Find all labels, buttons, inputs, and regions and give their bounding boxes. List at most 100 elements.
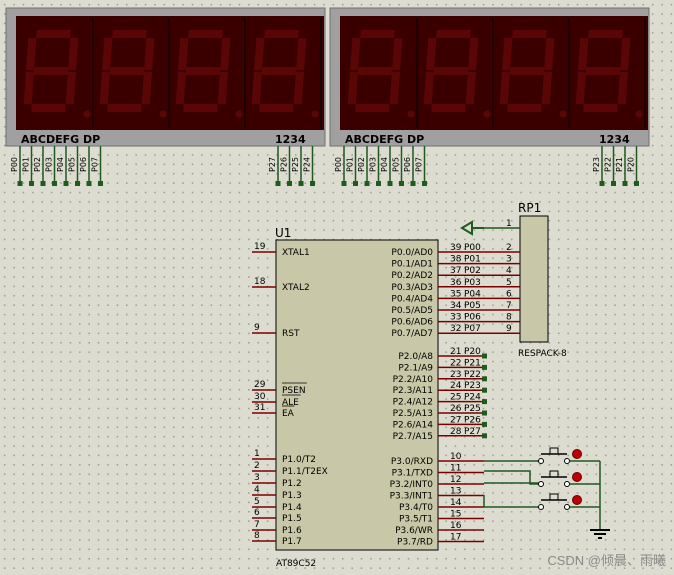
mcu-net-label: P26 [464, 415, 481, 425]
pin-terminal [364, 181, 370, 186]
mcu-pin-name: P3.4/T0 [399, 503, 433, 513]
mcu-pin-name: P3.2/INT0 [390, 480, 434, 490]
mcu-net-label: P25 [464, 404, 481, 414]
mcu-pin-name: P2.6/A14 [393, 420, 434, 430]
respack-part: RESPACK-8 [518, 349, 567, 359]
mcu-net-label: P02 [464, 266, 481, 276]
segment [31, 104, 66, 112]
pin-terminal [341, 181, 347, 186]
respack-pin-number: 8 [506, 313, 512, 323]
pin-net-label: P20 [627, 157, 636, 172]
pin-terminal [287, 181, 292, 186]
mcu-pin-number: 29 [254, 380, 266, 390]
mcu-pin-number: 16 [450, 521, 462, 531]
segment [261, 67, 297, 75]
pin-net-label: P07 [415, 157, 424, 172]
mcu-pin-name: P0.2/AD2 [391, 271, 433, 281]
pin-terminal [410, 181, 416, 186]
mcu-pin-number: 4 [254, 485, 260, 495]
power-terminal-icon [460, 220, 473, 236]
mcu-pin-name: P2.5/A13 [393, 409, 433, 419]
mcu-net-label: P23 [464, 381, 481, 391]
display-2[interactable]: ABCDEFG DP 1234 P00 P01 P02 P03 P04 P05 P06 P07 P2… [329, 7, 650, 186]
mcu-pin-number: 6 [254, 508, 260, 518]
mcu-pin-name: P1.2 [282, 479, 302, 489]
mcu-pin-name: P2.0/A8 [398, 352, 433, 362]
pin-net-label: P27 [268, 157, 277, 172]
pin-terminal [75, 181, 80, 186]
display-1[interactable]: ABCDEFG DP 1234 P00 P01 P02 P03 P04 P05 P06 P07 P2… [5, 7, 326, 186]
mcu-net-label: P24 [464, 393, 481, 403]
pin-net-label: P01 [346, 157, 355, 172]
switch-contact [564, 504, 570, 510]
mcu-pin-name: EA [282, 409, 295, 419]
mcu-pin-number: 35 [450, 289, 461, 299]
mcu-pin-number: 22 [450, 358, 461, 368]
decimal-point [235, 110, 243, 118]
switch-state-icon [572, 472, 582, 482]
mcu-pin-name: P0.6/AD6 [391, 318, 433, 328]
segment [583, 104, 618, 112]
mcu-pin-number: 24 [450, 381, 462, 391]
segment [433, 67, 469, 75]
mcu-pin-name: P2.7/A15 [393, 432, 433, 442]
mcu-pin-name: P1.5 [282, 514, 302, 524]
mcu-pin-name: P3.3/INT1 [390, 492, 433, 502]
mcu-pin-name: P0.0/AD0 [391, 248, 433, 258]
mcu-pin-name: P2.1/A9 [398, 363, 433, 373]
segment [112, 30, 147, 38]
mcu-part: AT89C52 [276, 559, 316, 569]
pin-net-label: P06 [79, 157, 88, 172]
wire [484, 470, 540, 485]
segment-label: ABCDEFG DP [21, 133, 100, 146]
switch-contact [564, 481, 570, 487]
respack-body[interactable] [519, 215, 549, 343]
mcu-ref: U1 [275, 226, 291, 240]
mcu-pin-name: P3.0/RXD [391, 457, 433, 467]
mcu-u1[interactable]: U1AT89C5219XTAL118XTAL29RST29PSEN30ALE31… [252, 226, 487, 569]
pin-terminal [40, 181, 46, 186]
mcu-pin-name: P3.1/TXD [392, 469, 433, 479]
mcu-pin-number: 25 [450, 393, 461, 403]
mcu-pin-number: 23 [450, 370, 461, 380]
pin-net-label: P03 [45, 157, 54, 172]
digit-label: 1234 [599, 133, 630, 146]
mcu-pin-number: 15 [450, 510, 461, 520]
mcu-pin-number: 12 [450, 475, 461, 485]
switch-cap [549, 470, 559, 478]
mcu-pin-number: 39 [450, 243, 462, 253]
pin-net-label: P04 [380, 157, 389, 172]
mcu-pin-name: P3.5/T1 [399, 515, 433, 525]
segment [36, 30, 71, 38]
pin-net-label: P21 [615, 157, 624, 172]
pin-net-label: P01 [22, 157, 31, 172]
pin-net-label: P05 [68, 157, 77, 172]
mcu-pin-name: P0.7/AD7 [391, 329, 433, 339]
pin-terminal [17, 181, 23, 186]
mcu-pin-name: P2.2/A10 [393, 375, 434, 385]
respack-pin-number: 4 [506, 266, 512, 276]
mcu-pin-name: P1.4 [282, 503, 302, 513]
pin-net-label: P22 [604, 157, 613, 172]
mcu-pin-name: P0.3/AD3 [391, 283, 433, 293]
wire [483, 495, 540, 508]
mcu-pin-name: RST [282, 329, 300, 339]
segment [357, 67, 393, 75]
net-terminal [482, 376, 487, 382]
mcu-pin-name: P2.3/A11 [393, 386, 433, 396]
segment [431, 104, 466, 112]
mcu-pin-number: 30 [254, 392, 266, 402]
segment [109, 67, 145, 75]
mcu-net-label: P01 [464, 255, 481, 265]
mcu-pin-name: P1.6 [282, 526, 302, 536]
mcu-net-label: P22 [464, 370, 481, 380]
pin-terminal [275, 181, 281, 186]
mcu-pin-name: P0.1/AD1 [391, 260, 433, 270]
segment [185, 67, 221, 75]
respack-pin-number: 6 [506, 289, 512, 299]
pin-terminal [310, 181, 315, 186]
mcu-pin-number: 11 [450, 464, 461, 474]
net-terminal [482, 410, 487, 416]
segment-label: ABCDEFG DP [345, 133, 424, 146]
pin-net-label: P25 [291, 157, 300, 172]
